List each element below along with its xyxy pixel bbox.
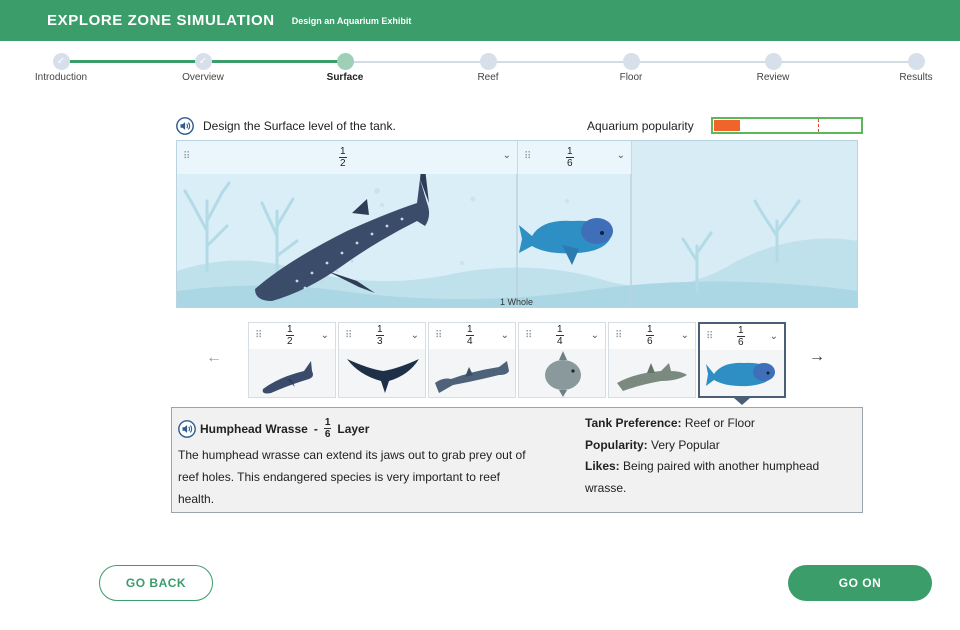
drag-handle-icon[interactable]: ⠿ [435,330,442,341]
level-prompt: Design the Surface level of the tank. [203,119,396,133]
card-fraction: 14 [466,324,474,347]
chevron-down-icon[interactable]: ⌄ [411,330,419,341]
step-surface[interactable]: Surface [295,53,395,83]
step-current-dot [336,53,354,70]
card-fraction: 16 [646,324,654,347]
popularity-fill [714,120,740,131]
step-label: Reef [477,72,499,83]
humphead-wrasse-icon [706,362,775,387]
selected-card-pointer [734,398,750,405]
app-title: EXPLORE ZONE SIMULATION [47,12,275,29]
fish-info-panel: Humphead Wrasse - 16 Layer The humphead … [171,407,863,513]
step-label: Review [756,72,790,83]
hammerhead-shark-icon [435,361,509,393]
shark-icon [617,363,687,391]
layer-fraction: 16 [323,417,332,440]
drag-handle-icon[interactable]: ⠿ [615,330,622,341]
step-reef: Reef [438,53,538,83]
tank-slot-2[interactable]: ⠿ 16 ⌄ [518,141,631,174]
drag-handle-icon[interactable]: ⠿ [345,330,352,341]
step-check-icon: ✓ [52,53,70,70]
step-label: Floor [619,72,643,83]
chevron-down-icon[interactable]: ⌄ [591,330,599,341]
drag-handle-icon[interactable]: ⠿ [706,331,713,342]
tank-slot-1[interactable]: ⠿ 12 ⌄ [177,141,517,174]
whale-shark-icon [262,361,313,394]
fish-description: The humphead wrasse can extend its jaws … [178,448,526,506]
progress-stepper: ✓ Introduction ✓ Overview Surface Reef F… [0,41,960,91]
card-fraction: 14 [556,324,564,347]
fish-card-hammerhead-shark[interactable]: ⠿ 14 ⌄ [428,322,516,398]
step-label: Surface [326,72,364,83]
chevron-down-icon[interactable]: ⌄ [770,331,778,342]
fish-name: Humphead Wrasse [200,422,308,436]
drag-handle-icon[interactable]: ⠿ [524,151,531,162]
chevron-down-icon[interactable]: ⌄ [617,150,625,161]
go-on-button[interactable]: GO ON [788,565,932,601]
popularity-label: Aquarium popularity [587,119,694,133]
card-fraction: 16 [737,325,745,348]
step-floor: Floor [581,53,681,83]
drag-handle-icon[interactable]: ⠿ [255,330,262,341]
drag-handle-icon[interactable]: ⠿ [183,151,190,162]
fish-card-shark[interactable]: ⠿ 16 ⌄ [608,322,696,398]
go-back-button[interactable]: GO BACK [99,565,213,601]
step-dot [622,53,640,70]
card-fraction: 13 [376,324,384,347]
step-review: Review [723,53,823,83]
app-header: EXPLORE ZONE SIMULATION Design an Aquari… [0,0,960,41]
slot-fraction: 12 [339,146,347,169]
popularity-target-marker [818,119,819,132]
manta-ray-icon [347,359,419,393]
fish-info-title: Humphead Wrasse - 16 Layer [200,418,369,440]
chevron-down-icon[interactable]: ⌄ [503,150,511,161]
step-introduction[interactable]: ✓ Introduction [11,53,111,83]
step-label: Results [899,72,933,83]
fish-card-ocean-sunfish[interactable]: ⠿ 14 ⌄ [518,322,606,398]
arrow-right-icon[interactable]: → [809,348,825,366]
step-overview[interactable]: ✓ Overview [153,53,253,83]
slot-fraction: 16 [566,146,574,169]
chevron-down-icon[interactable]: ⌄ [321,330,329,341]
card-fraction: 12 [286,324,294,347]
whole-label: 1 Whole [500,297,534,307]
step-dot [479,53,497,70]
step-label: Overview [182,72,224,83]
speaker-icon[interactable] [176,117,194,135]
chevron-down-icon[interactable]: ⌄ [681,330,689,341]
popularity-meter [711,117,863,134]
step-dot [764,53,782,70]
speaker-icon[interactable] [178,420,196,438]
app-subtitle: Design an Aquarium Exhibit [291,15,412,26]
fish-card-whale-shark[interactable]: ⠿ 12 ⌄ [248,322,336,398]
likes-info: Likes: Being paired with another humphea… [585,459,820,495]
drag-handle-icon[interactable]: ⠿ [525,330,532,341]
tank-preference: Tank Preference: Reef or Floor [585,416,755,430]
layer-word: Layer [337,422,370,436]
fish-card-manta-ray[interactable]: ⠿ 13 ⌄ [338,322,426,398]
step-results: Results [866,53,960,83]
fish-card-humphead-wrasse[interactable]: ⠿ 16 ⌄ [698,322,786,398]
step-check-icon: ✓ [194,53,212,70]
title-dash: - [313,422,318,436]
aquarium-tank[interactable]: ⠿ 12 ⌄ ⠿ 16 ⌄ 1 Whole [176,140,858,308]
step-dot [907,53,925,70]
arrow-left-icon[interactable]: ← [206,349,222,367]
chevron-down-icon[interactable]: ⌄ [501,330,509,341]
step-label: Introduction [34,72,88,83]
popularity-info: Popularity: Very Popular [585,438,720,452]
ocean-sunfish-icon [545,351,581,397]
